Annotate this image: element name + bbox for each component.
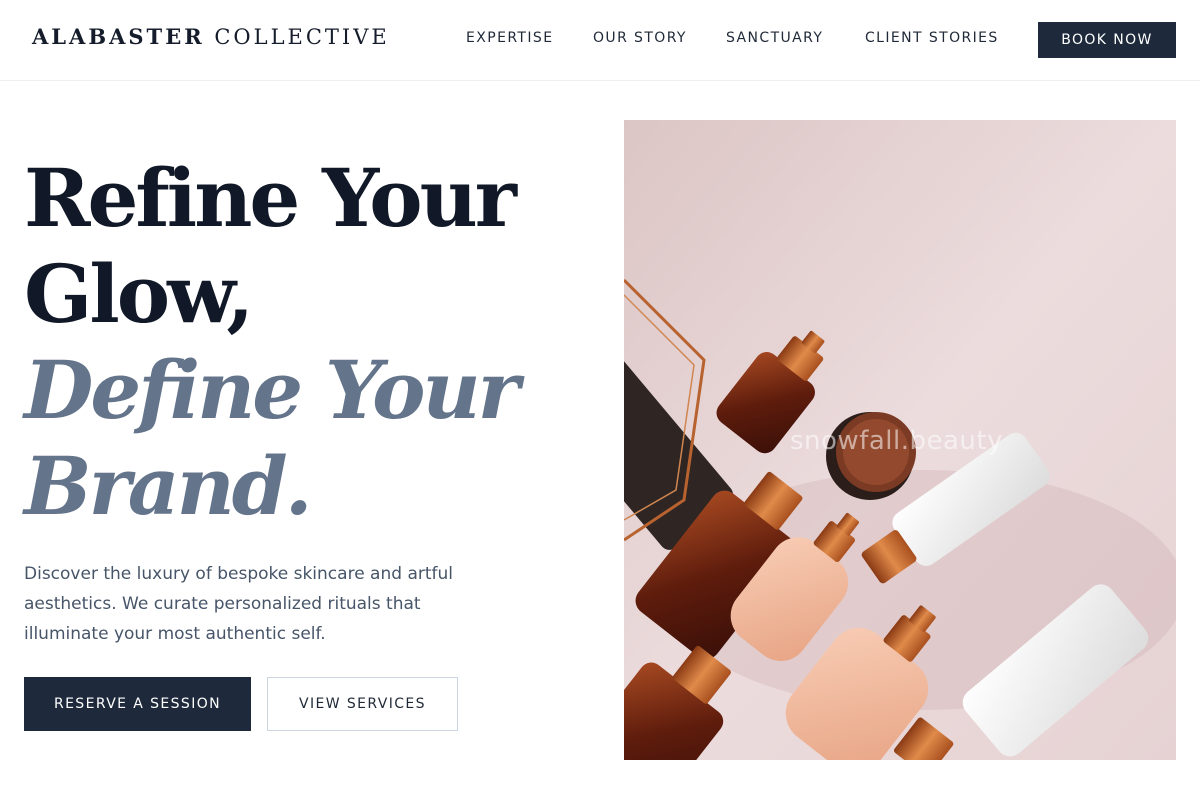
site-header: ALABASTER COLLECTIVE EXPERTISE OUR STORY… xyxy=(0,0,1200,81)
main-nav: EXPERTISE OUR STORY SANCTUARY CLIENT STO… xyxy=(0,30,1000,50)
hero-product-image: snowfall.beauty xyxy=(624,120,1176,760)
image-watermark: snowfall.beauty xyxy=(790,426,1003,456)
nav-link-expertise[interactable]: EXPERTISE xyxy=(466,30,553,46)
headline-line-3: Define Your xyxy=(24,343,520,437)
nav-link-sanctuary[interactable]: SANCTUARY xyxy=(726,30,823,46)
headline-line-4: Brand. xyxy=(24,439,313,533)
view-services-button[interactable]: VIEW SERVICES xyxy=(267,677,458,731)
headline-line-2: Glow, xyxy=(24,247,254,341)
nav-link-client-stories[interactable]: CLIENT STORIES xyxy=(865,30,999,46)
book-now-button[interactable]: BOOK NOW xyxy=(1038,22,1176,58)
reserve-session-button[interactable]: RESERVE A SESSION xyxy=(24,677,251,731)
hero-description: Discover the luxury of bespoke skincare … xyxy=(24,564,453,644)
headline-line-1: Refine Your xyxy=(24,151,517,245)
nav-link-our-story[interactable]: OUR STORY xyxy=(593,30,687,46)
hero-headline: Refine Your Glow, Define Your Brand. xyxy=(24,150,584,534)
